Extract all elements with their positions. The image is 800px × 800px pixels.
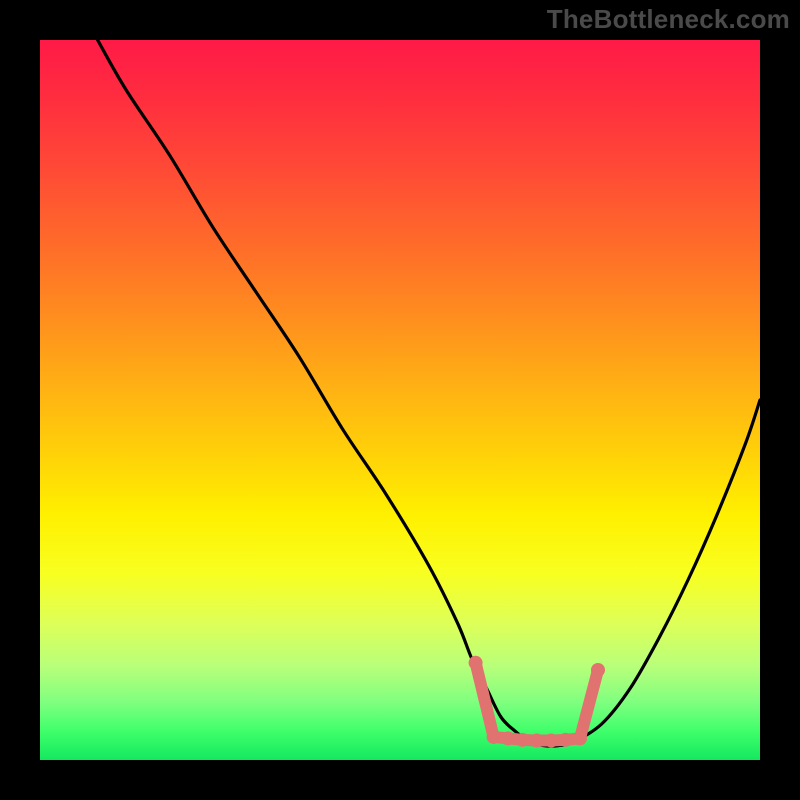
chart-frame: TheBottleneck.com [0,0,800,800]
watermark-text: TheBottleneck.com [547,4,790,35]
bottleneck-curve [98,40,760,746]
optimal-range-marker [469,656,605,748]
curve-layer [40,40,760,760]
plot-area [40,40,760,760]
